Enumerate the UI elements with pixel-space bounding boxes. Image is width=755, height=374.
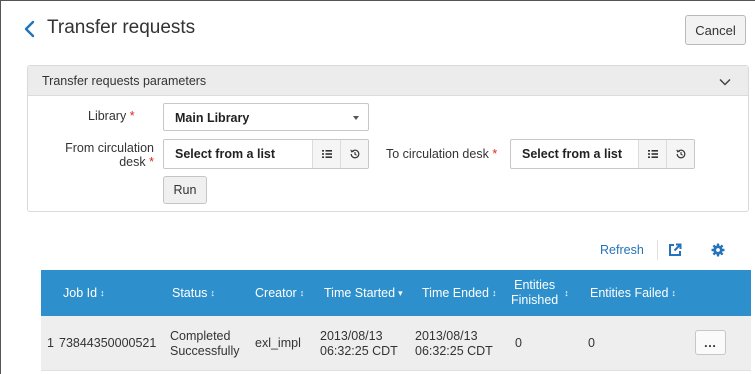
sort-desc-icon: ▾ bbox=[398, 288, 403, 298]
results-table: Job Id ↕ Status ↕ Creator ↕ Time Started… bbox=[41, 270, 751, 371]
column-header-label-line1: Entities bbox=[514, 278, 556, 292]
time-started-cell: 2013/08/13 06:32:25 CDT bbox=[320, 316, 398, 371]
to-desk-label: To circulation desk * bbox=[386, 147, 497, 161]
entities-failed-cell: 0 bbox=[588, 336, 595, 350]
row-index: 1 bbox=[47, 336, 54, 350]
cancel-button[interactable]: Cancel bbox=[685, 15, 746, 45]
column-header-entities-failed[interactable]: Entities Failed ↕ bbox=[590, 270, 676, 316]
column-header-time-started[interactable]: Time Started ▾ bbox=[324, 270, 403, 316]
sort-icon: ↕ bbox=[491, 288, 497, 298]
back-button[interactable] bbox=[18, 16, 40, 42]
sort-icon: ↕ bbox=[564, 288, 569, 298]
to-desk-list-button[interactable] bbox=[638, 140, 666, 168]
from-desk-list-button[interactable] bbox=[312, 140, 340, 168]
from-desk-field[interactable]: Select from a list bbox=[163, 139, 369, 169]
sort-icon: ↕ bbox=[210, 288, 215, 298]
required-marker: * bbox=[149, 155, 154, 169]
from-desk-label-line1: From circulation bbox=[65, 141, 154, 155]
time-ended-date: 2013/08/13 bbox=[415, 328, 478, 343]
to-desk-value[interactable]: Select from a list bbox=[511, 140, 638, 168]
library-select[interactable]: Main Library bbox=[163, 103, 369, 131]
column-header-label: Creator bbox=[255, 286, 297, 300]
chevron-down-icon[interactable] bbox=[718, 75, 732, 89]
time-ended-cell: 2013/08/13 06:32:25 CDT bbox=[415, 316, 493, 371]
parameters-panel-title: Transfer requests parameters bbox=[42, 74, 207, 88]
list-icon bbox=[321, 150, 332, 158]
from-desk-label: From circulation desk * bbox=[40, 141, 154, 169]
column-header-time-ended[interactable]: Time Ended ↕ bbox=[422, 270, 496, 316]
column-header-label: Time Started bbox=[324, 286, 396, 300]
required-marker: * bbox=[492, 147, 498, 161]
history-icon bbox=[675, 149, 685, 159]
status-line2: Successfully bbox=[170, 343, 240, 358]
run-button[interactable]: Run bbox=[163, 176, 207, 204]
row-actions-button[interactable]: … bbox=[695, 330, 726, 355]
column-header-label: Entities Finished bbox=[511, 278, 558, 308]
from-desk-history-button[interactable] bbox=[340, 140, 368, 168]
time-started-time: 06:32:25 CDT bbox=[320, 343, 398, 358]
parameters-panel-header[interactable]: Transfer requests parameters bbox=[28, 66, 748, 96]
library-label: Library * bbox=[88, 109, 135, 123]
column-header-creator[interactable]: Creator ↕ bbox=[255, 270, 304, 316]
from-desk-value[interactable]: Select from a list bbox=[164, 140, 312, 168]
caret-down-icon bbox=[353, 116, 359, 120]
entities-finished-cell: 0 bbox=[515, 336, 522, 350]
creator-cell: exl_impl bbox=[255, 336, 301, 350]
column-header-label: Status bbox=[172, 286, 208, 300]
status-line1: Completed bbox=[170, 328, 231, 343]
time-ended-time: 06:32:25 CDT bbox=[415, 343, 493, 358]
from-desk-label-line2: desk bbox=[119, 155, 146, 169]
column-header-entities-finished[interactable]: Entities Finished ↕ bbox=[511, 270, 569, 316]
refresh-link[interactable]: Refresh bbox=[600, 243, 644, 257]
gear-icon[interactable] bbox=[711, 243, 725, 257]
page-title: Transfer requests bbox=[47, 17, 196, 38]
library-select-value: Main Library bbox=[175, 111, 250, 125]
column-header-label: Entities Failed bbox=[590, 286, 669, 300]
job-id-cell[interactable]: 73844350000521 bbox=[59, 316, 156, 371]
required-marker: * bbox=[129, 109, 135, 123]
to-desk-field[interactable]: Select from a list bbox=[510, 139, 695, 169]
time-started-date: 2013/08/13 bbox=[320, 328, 383, 343]
to-desk-history-button[interactable] bbox=[666, 140, 694, 168]
library-label-text: Library bbox=[88, 109, 127, 123]
list-icon bbox=[647, 150, 658, 158]
sort-icon: ↕ bbox=[671, 288, 677, 298]
parameters-panel: Transfer requests parameters Library * M… bbox=[27, 65, 749, 212]
page-header: Transfer requests Cancel bbox=[0, 0, 755, 58]
export-icon[interactable] bbox=[668, 243, 682, 257]
column-header-label-line2: Finished bbox=[511, 293, 559, 307]
toolbar-divider bbox=[657, 240, 658, 260]
to-desk-label-text: To circulation desk bbox=[386, 147, 489, 161]
sort-icon: ↕ bbox=[100, 288, 105, 298]
history-icon bbox=[349, 149, 359, 159]
table-header: Job Id ↕ Status ↕ Creator ↕ Time Started… bbox=[41, 270, 751, 316]
column-header-label: Time Ended bbox=[422, 286, 489, 300]
table-row[interactable]: 1 73844350000521 Completed Successfully … bbox=[41, 316, 751, 371]
column-header-label: Job Id bbox=[63, 286, 98, 300]
chevron-left-icon bbox=[24, 20, 35, 38]
column-header-status[interactable]: Status ↕ bbox=[172, 270, 215, 316]
column-header-job-id[interactable]: Job Id ↕ bbox=[63, 270, 105, 316]
status-cell: Completed Successfully bbox=[170, 316, 239, 371]
sort-icon: ↕ bbox=[299, 288, 305, 298]
